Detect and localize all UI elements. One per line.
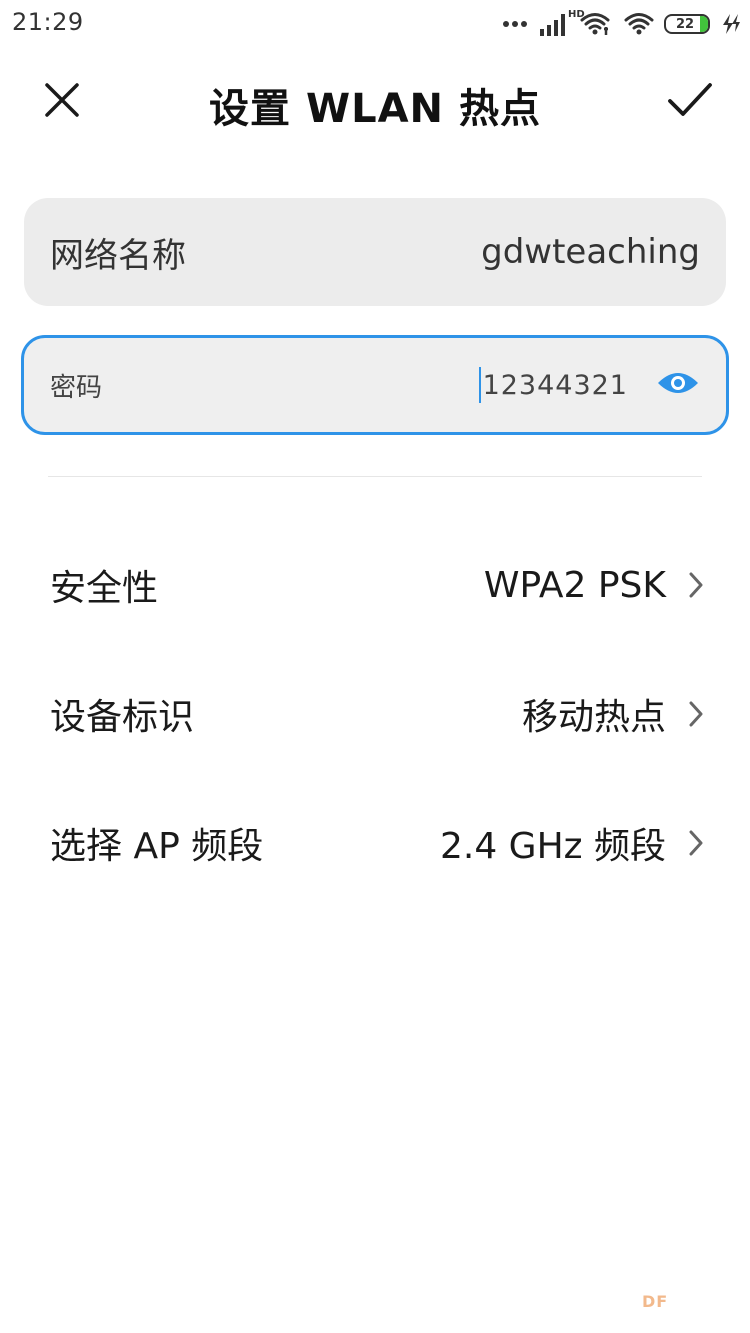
device-id-label: 设备标识	[50, 697, 195, 738]
password-field[interactable]: 密码 12344321	[21, 335, 729, 435]
security-row[interactable]: 安全性 WPA2 PSK	[0, 525, 750, 645]
network-name-value[interactable]: gdwteaching	[481, 232, 700, 272]
device-id-row[interactable]: 设备标识 移动热点	[0, 654, 750, 774]
watermark: DF	[642, 1292, 669, 1311]
security-label: 安全性	[50, 568, 159, 609]
close-icon	[43, 81, 81, 123]
chevron-right-icon	[688, 700, 704, 728]
ap-band-label: 选择 AP 频段	[50, 826, 264, 867]
battery-level: 22	[675, 16, 695, 32]
password-label: 密码	[50, 372, 103, 403]
confirm-button[interactable]	[662, 76, 718, 128]
check-icon	[667, 81, 713, 123]
close-button[interactable]	[36, 76, 88, 128]
status-time: 21:29	[12, 8, 84, 36]
security-value: WPA2 PSK	[483, 564, 666, 606]
chevron-right-icon	[688, 829, 704, 857]
eye-icon	[656, 369, 700, 401]
page-title: 设置 WLAN 热点	[209, 86, 541, 132]
charging-icon	[720, 12, 742, 36]
password-input[interactable]: 12344321	[478, 367, 628, 403]
wifi-link-icon	[580, 11, 614, 37]
divider	[48, 476, 702, 477]
wifi-icon	[624, 12, 654, 36]
device-id-value: 移动热点	[521, 697, 666, 738]
signal-icon: HD	[538, 9, 585, 37]
text-caret	[478, 367, 481, 403]
network-name-label: 网络名称	[50, 235, 186, 276]
status-icons: HD 22	[502, 6, 742, 42]
chevron-right-icon	[688, 571, 704, 599]
more-dots-icon	[502, 20, 528, 28]
ap-band-value: 2.4 GHz 频段	[439, 826, 666, 867]
network-name-field[interactable]: 网络名称 gdwteaching	[24, 198, 726, 306]
header: 设置 WLAN 热点	[0, 62, 750, 146]
password-value: 12344321	[482, 369, 628, 401]
ap-band-row[interactable]: 选择 AP 频段 2.4 GHz 频段	[0, 783, 750, 903]
battery-fill	[700, 16, 708, 32]
hd-label: HD	[568, 9, 585, 20]
battery-icon: 22	[664, 14, 710, 34]
status-bar: 21:29 HD 22	[0, 0, 750, 48]
toggle-password-visibility-button[interactable]	[656, 363, 700, 407]
